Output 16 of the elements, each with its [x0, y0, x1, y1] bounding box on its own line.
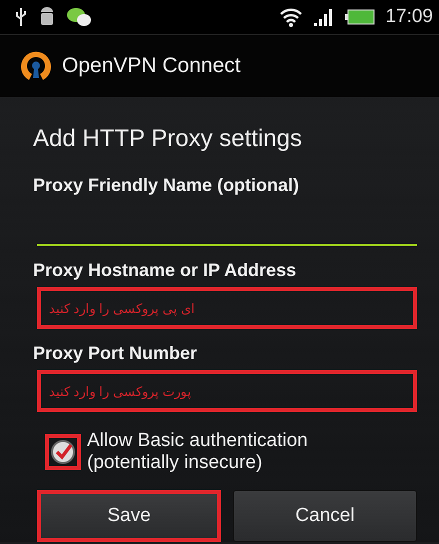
checkbox[interactable] [45, 434, 81, 470]
field-label: Proxy Port Number [33, 343, 198, 364]
save-button[interactable]: Save [37, 490, 221, 542]
chat-icon [66, 7, 92, 27]
checkbox-label: Allow Basic authentication (potentially insecure) [87, 430, 309, 474]
annotation-text: پورت پروکسی را وارد کنید [49, 384, 192, 398]
wifi-icon [279, 7, 304, 27]
clock-time: 17:09 [385, 6, 433, 28]
cancel-button[interactable]: Cancel [233, 490, 417, 542]
app-title: OpenVPN Connect [62, 54, 241, 78]
field-label: Proxy Hostname or IP Address [33, 260, 298, 281]
annotation-text: ای پی پروکسی را وارد کنید [49, 300, 196, 316]
battery-icon [345, 8, 376, 26]
dialog-title: Add HTTP Proxy settings [33, 125, 303, 153]
usb-icon [14, 7, 28, 27]
field-label: Proxy Friendly Name (optional) [33, 175, 300, 196]
